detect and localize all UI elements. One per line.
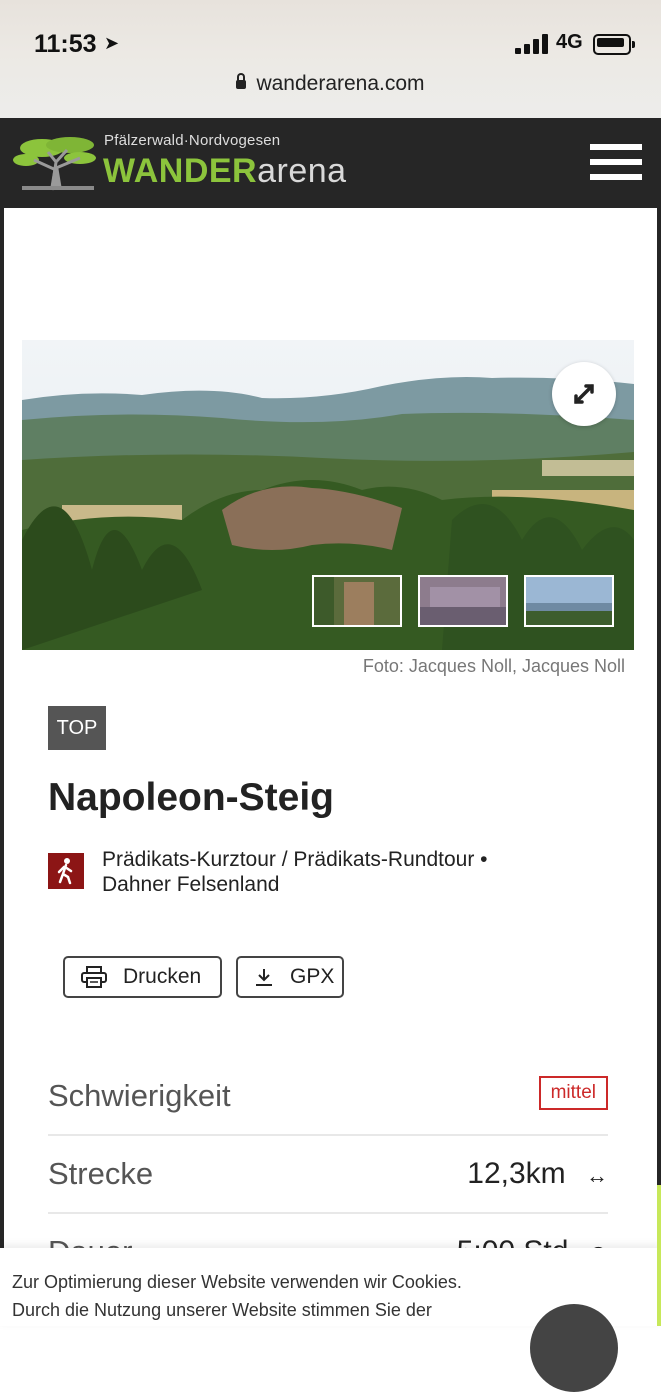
- cookie-banner: Zur Optimierung dieser Website verwenden…: [0, 1248, 661, 1392]
- url-text: wanderarena.com: [256, 72, 425, 95]
- signal-icon: [515, 34, 549, 54]
- logo-arena: arena: [257, 152, 347, 190]
- print-label: Drucken: [123, 965, 202, 988]
- address-bar[interactable]: wanderarena.com: [0, 72, 661, 96]
- tree-logo-icon: [13, 137, 96, 191]
- difficulty-badge: mittel: [538, 1076, 608, 1110]
- difficulty-label: Schwierigkeit: [48, 1078, 231, 1113]
- gpx-download-button[interactable]: GPX: [236, 956, 344, 998]
- gallery-thumbnail[interactable]: [418, 575, 508, 627]
- cookie-text: Zur Optimierung dieser Website verwenden…: [12, 1268, 552, 1324]
- expand-icon[interactable]: [552, 362, 616, 426]
- cookie-accept-button[interactable]: [530, 1304, 618, 1392]
- page-title: Napoleon-Steig: [48, 776, 335, 819]
- gallery-thumbnail[interactable]: [524, 575, 614, 627]
- site-header: Pfälzerwald·Nordvogesen WANDERarena: [0, 118, 661, 208]
- cookie-line: Zur Optimierung dieser Website verwenden…: [12, 1272, 462, 1292]
- cookie-line: Durch die Nutzung unserer Website stimme…: [12, 1300, 432, 1320]
- category-line: Prädikats-Kurztour / Prädikats-Rundtour …: [102, 848, 488, 871]
- logo-wander: WANDER: [103, 152, 258, 190]
- difficulty-row: Schwierigkeit mittel: [48, 1058, 608, 1136]
- gpx-label: GPX: [290, 965, 335, 988]
- status-time: 11:53: [34, 30, 97, 58]
- distance-value-wrap: 12,3km ↔: [467, 1157, 608, 1191]
- lock-icon: [236, 73, 247, 89]
- tour-category: Prädikats-Kurztour / Prädikats-Rundtour …: [102, 847, 562, 897]
- photo-credit: Foto: Jacques Noll, Jacques Noll: [362, 656, 625, 676]
- gallery-thumbnail[interactable]: [312, 575, 402, 627]
- top-badge: TOP: [48, 706, 106, 750]
- network-type: 4G: [556, 31, 583, 53]
- hamburger-icon[interactable]: [590, 144, 642, 180]
- logo-subtitle: Pfälzerwald·Nordvogesen: [104, 132, 281, 149]
- decorative-edge: [657, 1185, 661, 1326]
- printer-icon: [81, 966, 107, 988]
- arrows-horizontal-icon: ↔: [586, 1163, 608, 1188]
- logo-wordmark: WANDERarena: [103, 152, 347, 191]
- hiker-icon: [48, 853, 84, 889]
- distance-label: Strecke: [48, 1156, 154, 1191]
- location-arrow-icon: ➤: [104, 33, 120, 53]
- region-line: Dahner Felsenland: [102, 873, 280, 896]
- battery-icon: [593, 34, 635, 55]
- print-button[interactable]: Drucken: [63, 956, 222, 998]
- distance-row: Strecke 12,3km ↔: [48, 1136, 608, 1214]
- download-icon: [256, 969, 272, 986]
- status-bar: 11:53 ➤ 4G wanderarena.com: [0, 0, 661, 118]
- distance-value: 12,3km: [467, 1157, 566, 1190]
